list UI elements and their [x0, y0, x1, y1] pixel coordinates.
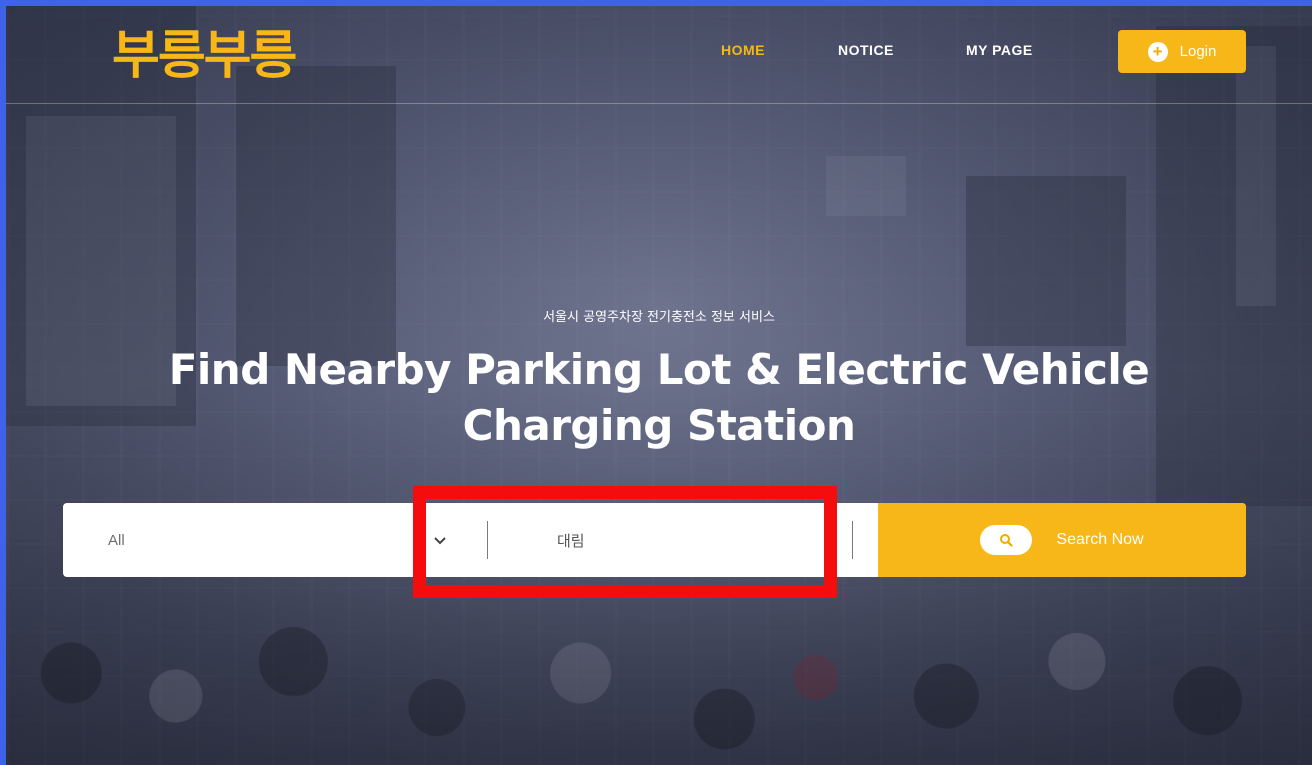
login-button[interactable]: + Login	[1118, 30, 1246, 73]
nav-item-my-page[interactable]: MY PAGE	[966, 42, 1033, 58]
nav-item-notice[interactable]: NOTICE	[838, 42, 894, 58]
plus-circle-icon: +	[1147, 41, 1168, 62]
keyword-highlight-box	[413, 486, 837, 598]
divider	[852, 521, 853, 559]
search-now-button[interactable]: Search Now	[878, 503, 1246, 577]
hero-headline-line2: Charging Station	[462, 401, 856, 450]
nav-item-home[interactable]: HOME	[721, 42, 765, 58]
hero-headline-line1: Find Nearby Parking Lot & Electric Vehic…	[168, 345, 1150, 394]
login-label: Login	[1179, 43, 1217, 60]
search-icon	[1000, 534, 1014, 547]
category-select[interactable]: All	[108, 532, 125, 549]
site-header: 부릉부릉 HOME NOTICE MY PAGE + Login	[6, 6, 1312, 104]
search-now-label: Search Now	[1056, 531, 1144, 548]
hero-headline: Find Nearby Parking Lot & Electric Vehic…	[6, 342, 1312, 454]
hero-subtitle: 서울시 공영주차장 전기충전소 정보 서비스	[543, 310, 775, 325]
search-icon-badge	[980, 525, 1033, 555]
site-logo[interactable]: 부릉부릉	[112, 26, 297, 86]
